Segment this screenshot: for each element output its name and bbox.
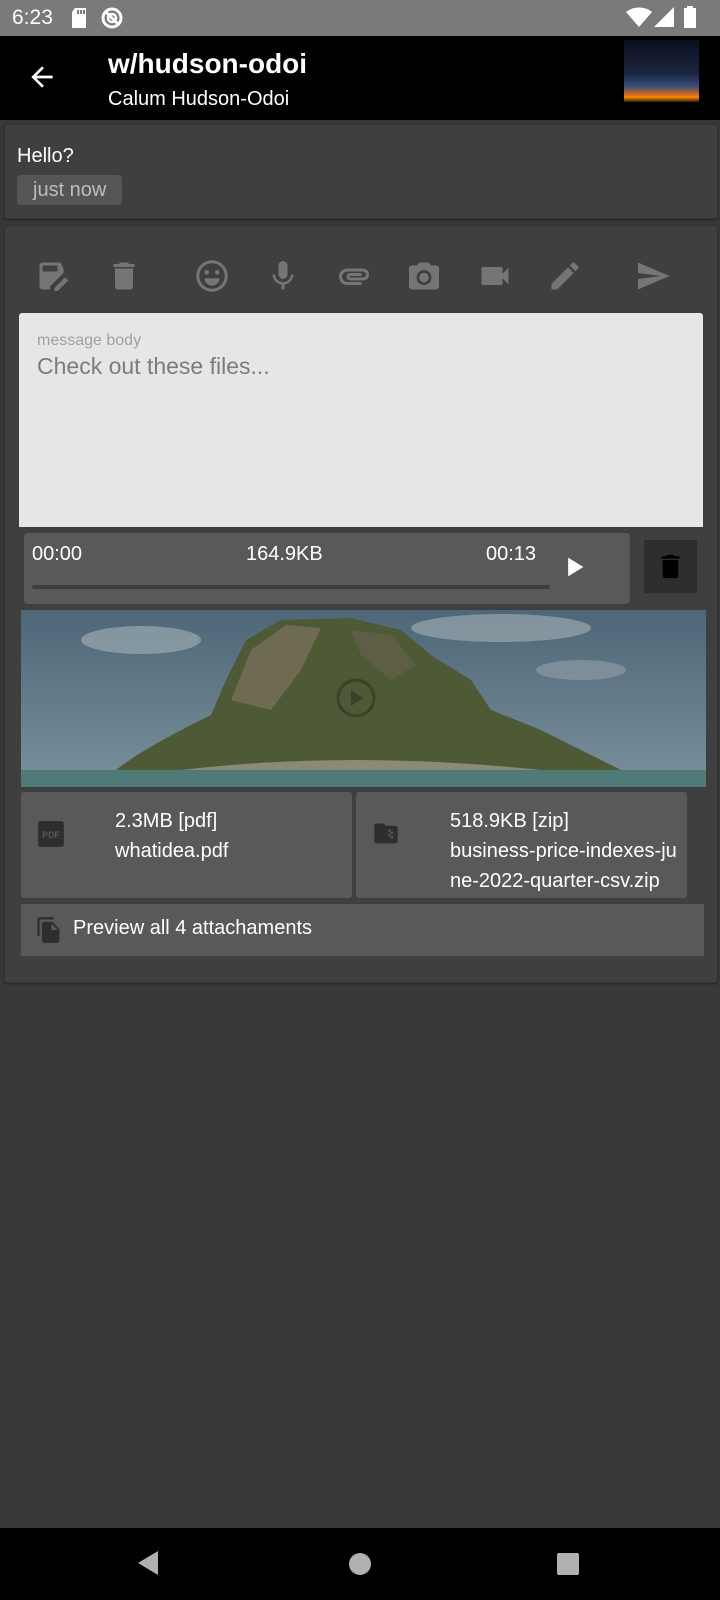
svg-text:PDF: PDF	[42, 830, 60, 840]
play-icon[interactable]	[560, 553, 588, 581]
zip-name-line2: ne-2022-quarter-csv.zip	[450, 870, 660, 892]
zip-size: 518.9KB [zip]	[450, 810, 569, 832]
video-attachment-thumbnail[interactable]	[21, 610, 706, 787]
file-copy-icon	[37, 917, 60, 943]
island-image	[21, 610, 706, 787]
message-body-field[interactable]: message body Check out these files...	[19, 313, 703, 527]
status-bar: 6:23	[0, 0, 720, 36]
page-subtitle: Calum Hudson-Odoi	[108, 88, 290, 110]
pdf-icon: PDF	[38, 821, 64, 847]
no-disturb-icon	[101, 7, 123, 29]
pen-icon	[551, 262, 579, 290]
delete-icon	[113, 262, 135, 290]
delete-audio-button[interactable]	[644, 540, 697, 593]
sd-card-icon	[72, 8, 86, 28]
nav-home-icon[interactable]	[348, 1552, 372, 1576]
send-icon	[638, 262, 670, 290]
pdf-meta: 2.3MB [pdf] whatidea.pdf	[115, 806, 228, 866]
message-text: Hello?	[17, 145, 74, 167]
app-bar: w/hudson-odoi Calum Hudson-Odoi	[0, 36, 720, 120]
attach-icon	[339, 268, 369, 285]
microphone-button[interactable]	[263, 256, 303, 296]
zip-folder-icon	[374, 823, 398, 844]
arrow-back-icon[interactable]	[26, 61, 58, 93]
camera-icon	[409, 262, 439, 290]
zip-name-line1: business-price-indexes-ju	[450, 840, 677, 862]
compose-card: message body Check out these files... 00…	[4, 225, 718, 983]
send-button[interactable]	[633, 256, 673, 296]
save-draft-icon	[39, 262, 68, 291]
pdf-attachment[interactable]: PDF 2.3MB [pdf] whatidea.pdf	[21, 792, 352, 898]
pdf-size: 2.3MB [pdf]	[115, 810, 218, 832]
signal-icon	[654, 7, 674, 27]
trash-icon	[661, 554, 680, 579]
message-time-chip: just now	[17, 175, 123, 205]
zip-attachment[interactable]: 518.9KB [zip] business-price-indexes-ju …	[356, 792, 687, 898]
microphone-icon	[272, 261, 294, 290]
message-body-input[interactable]: Check out these files...	[37, 353, 270, 380]
video-icon	[481, 267, 509, 285]
wifi-icon	[626, 7, 652, 27]
audio-seekbar[interactable]	[32, 585, 550, 589]
audio-size: 164.9KB	[246, 543, 323, 565]
page-title: w/hudson-odoi	[108, 48, 308, 79]
emoji-button[interactable]	[192, 256, 232, 296]
preview-all-button[interactable]: Preview all 4 attachaments	[21, 904, 704, 956]
preview-all-label: Preview all 4 attachaments	[73, 917, 313, 939]
video-button[interactable]	[475, 256, 515, 296]
attach-button[interactable]	[334, 256, 374, 296]
save-draft-button[interactable]	[33, 256, 73, 296]
avatar[interactable]	[624, 40, 699, 102]
message-card: Hello? just now	[4, 124, 718, 219]
nav-back-icon[interactable]	[136, 1550, 160, 1576]
draw-button[interactable]	[545, 256, 585, 296]
pdf-name: whatidea.pdf	[115, 840, 229, 862]
audio-attachment: 00:00 164.9KB 00:13	[24, 533, 630, 604]
camera-button[interactable]	[404, 256, 444, 296]
emoji-icon	[196, 260, 228, 292]
delete-button[interactable]	[104, 256, 144, 296]
status-time: 6:23	[12, 6, 53, 29]
audio-start-time: 00:00	[32, 543, 83, 565]
zip-meta: 518.9KB [zip] business-price-indexes-ju …	[450, 806, 677, 896]
navigation-bar	[0, 1528, 720, 1600]
audio-end-time: 00:13	[486, 543, 537, 565]
battery-icon	[684, 6, 696, 28]
message-body-label: message body	[37, 332, 142, 349]
nav-recents-icon[interactable]	[556, 1552, 580, 1576]
